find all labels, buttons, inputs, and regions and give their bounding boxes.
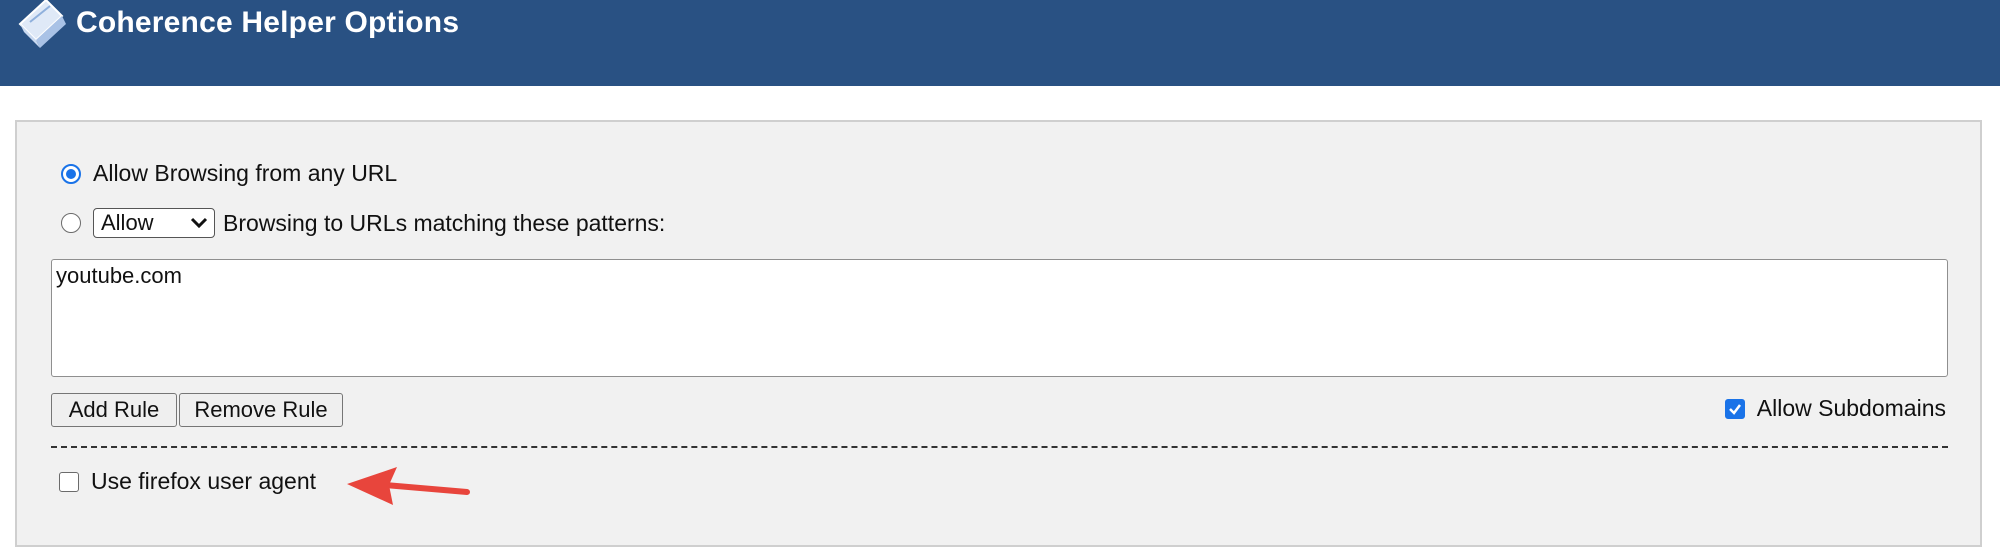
firefox-user-agent-option[interactable]: Use firefox user agent xyxy=(59,468,316,495)
any-url-label: Allow Browsing from any URL xyxy=(93,160,398,186)
add-rule-button[interactable]: Add Rule xyxy=(51,393,177,427)
patterns-label: Browsing to URLs matching these patterns… xyxy=(223,209,666,236)
patterns-radio[interactable] xyxy=(61,213,81,233)
allow-subdomains-checkbox[interactable] xyxy=(1724,398,1745,419)
chevron-down-icon xyxy=(190,217,208,229)
annotation-arrow-icon xyxy=(347,467,470,505)
any-url-option[interactable]: Allow Browsing from any URL xyxy=(61,160,397,187)
patterns-option[interactable]: Allow Browsing to URLs matching these pa… xyxy=(61,208,665,238)
checkmark-icon xyxy=(1728,403,1741,415)
section-divider xyxy=(51,446,1948,448)
allow-subdomains-option[interactable]: Allow Subdomains xyxy=(1724,395,1946,422)
page-title: Coherence Helper Options xyxy=(76,6,460,39)
allow-subdomains-label: Allow Subdomains xyxy=(1756,395,1946,421)
mode-select-value: Allow xyxy=(101,210,154,235)
firefox-user-agent-checkbox[interactable] xyxy=(59,471,79,492)
firefox-user-agent-label: Use firefox user agent xyxy=(91,468,317,494)
app-logo-icon xyxy=(18,0,66,48)
patterns-textarea[interactable]: youtube.com xyxy=(51,259,1948,377)
mode-select[interactable]: Allow xyxy=(93,208,215,238)
header-bar: Coherence Helper Options xyxy=(0,0,2000,86)
any-url-radio[interactable] xyxy=(61,163,81,184)
remove-rule-button[interactable]: Remove Rule xyxy=(179,393,343,427)
options-panel: Allow Browsing from any URL Allow Browsi… xyxy=(15,120,1982,547)
